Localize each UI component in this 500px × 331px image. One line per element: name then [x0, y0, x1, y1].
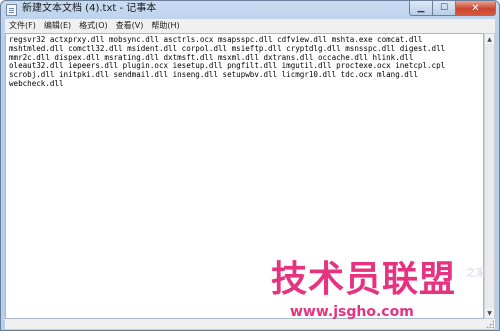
minimize-icon: ▁ [417, 3, 425, 13]
maximize-icon: ☐ [439, 3, 449, 13]
close-icon: ✕ [471, 2, 480, 14]
close-button[interactable]: ✕ [456, 1, 496, 16]
window-title: 新建文本文档 (4).txt - 记事本 [22, 3, 157, 14]
watermark-url: www.jsgho.com [290, 304, 414, 320]
watermark: 技术员联盟 www.jsgho.com [271, 260, 493, 330]
arrow-up-icon: ▲ [487, 35, 492, 43]
scroll-up-button[interactable]: ▲ [485, 34, 494, 44]
watermark-logo-text: 技术员联盟 [271, 259, 457, 300]
menu-format[interactable]: 格式(O) [75, 19, 112, 33]
editor-line: scrobj.dll initpki.dll sendmail.dll inse… [9, 70, 418, 80]
menu-help[interactable]: 帮助(H) [147, 19, 183, 33]
caption-buttons: ▁ ☐ ✕ [409, 1, 496, 16]
notepad-app-icon[interactable] [6, 4, 17, 16]
maximize-button[interactable]: ☐ [433, 1, 456, 16]
menu-bar: 文件(F) 编辑(E) 格式(O) 查看(V) 帮助(H) [5, 19, 495, 33]
menu-file[interactable]: 文件(F) [5, 19, 40, 33]
minimize-button[interactable]: ▁ [409, 1, 433, 16]
menu-view[interactable]: 查看(V) [112, 19, 148, 33]
editor-line: webcheck.dll [9, 78, 64, 88]
title-bar[interactable]: 新建文本文档 (4).txt - 记事本 ▁ ☐ ✕ [1, 1, 499, 17]
watermark-side-text: 之家 [466, 268, 486, 279]
menu-edit[interactable]: 编辑(E) [40, 19, 75, 33]
